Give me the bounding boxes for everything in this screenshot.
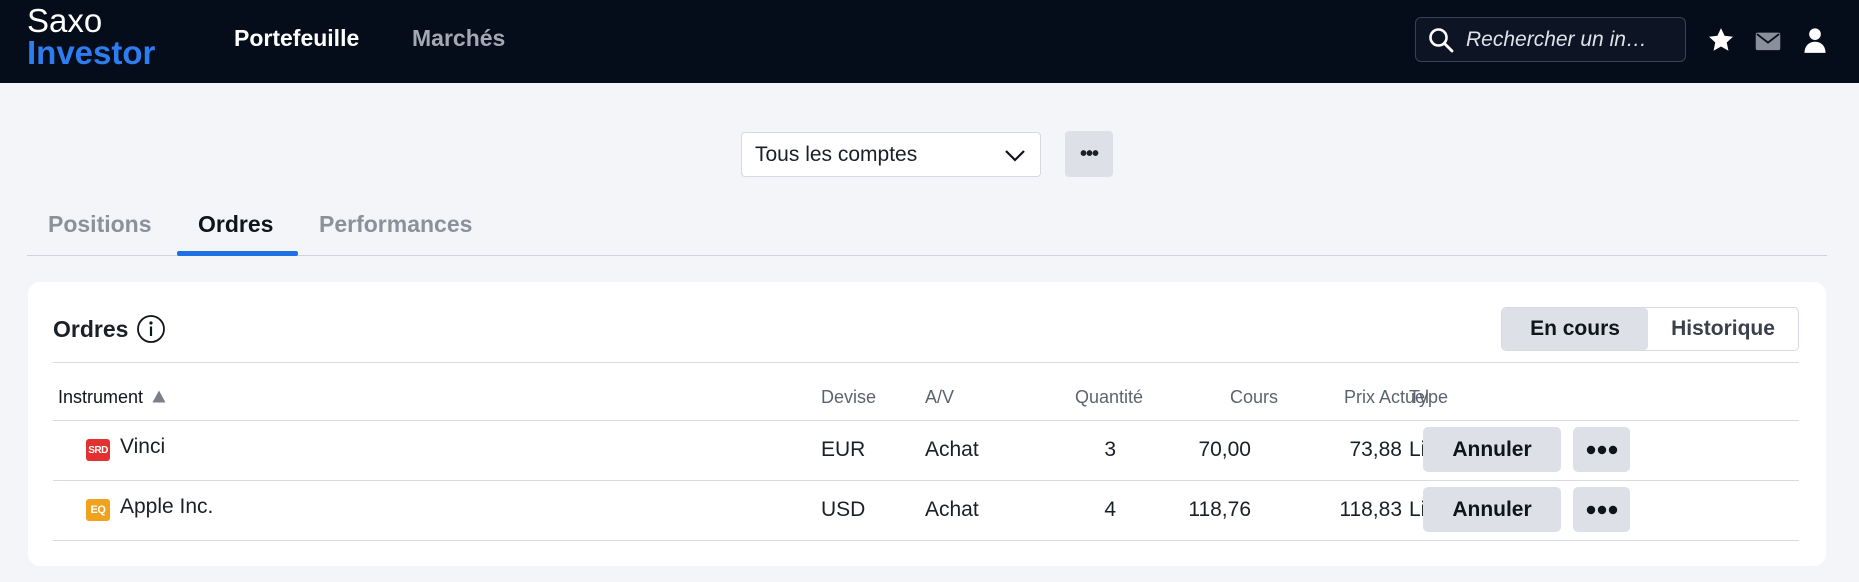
column-header-cours[interactable]: Cours xyxy=(1230,387,1278,408)
more-dots-icon: ••• xyxy=(1079,142,1099,165)
row-more-button[interactable] xyxy=(1573,427,1630,472)
cell-devise: EUR xyxy=(821,438,866,461)
cell-prix-actuel: 73,88 xyxy=(1349,438,1402,461)
cell-cours: 70,00 xyxy=(1198,438,1251,461)
account-select-value: Tous les comptes xyxy=(755,142,918,166)
orders-title: Ordres xyxy=(53,316,129,342)
cancel-order-button[interactable]: Annuler xyxy=(1423,427,1561,472)
account-select[interactable]: Tous les comptes xyxy=(741,132,1041,177)
star-icon[interactable] xyxy=(1707,26,1735,54)
orders-status-toggle: En cours Historique xyxy=(1501,307,1799,351)
column-header-av[interactable]: A/V xyxy=(925,387,954,408)
cancel-order-button[interactable]: Annuler xyxy=(1423,487,1561,532)
table-row[interactable]: EQ Apple Inc. USD Achat 4 118,76 118,83 … xyxy=(53,481,1799,541)
cell-cours: 118,76 xyxy=(1188,498,1251,521)
search-input[interactable] xyxy=(1466,27,1681,52)
account-more-button[interactable]: ••• xyxy=(1065,131,1113,177)
instrument-type-badge: SRD xyxy=(86,439,110,461)
mail-icon[interactable] xyxy=(1754,28,1782,56)
instrument-name[interactable]: Apple Inc. xyxy=(120,495,213,519)
cell-quantite: 3 xyxy=(1104,438,1116,461)
column-header-type[interactable]: Type xyxy=(1409,387,1448,408)
toggle-historique[interactable]: Historique xyxy=(1648,308,1798,350)
nav-marches[interactable]: Marchés xyxy=(412,25,505,52)
row-more-button[interactable] xyxy=(1573,487,1630,532)
logo-line1: Saxo xyxy=(27,2,103,39)
divider xyxy=(53,540,1799,541)
search-icon xyxy=(1429,27,1454,52)
chevron-down-icon xyxy=(1005,150,1025,162)
more-dots-icon xyxy=(1586,505,1617,514)
cell-av: Achat xyxy=(925,498,979,521)
info-icon[interactable] xyxy=(136,314,166,344)
search-box[interactable] xyxy=(1415,17,1686,62)
tab-ordres[interactable]: Ordres xyxy=(198,211,273,238)
active-tab-indicator xyxy=(177,251,298,256)
user-icon[interactable] xyxy=(1801,26,1829,54)
column-header-quantite[interactable]: Quantité xyxy=(1075,387,1143,408)
more-dots-icon xyxy=(1586,445,1617,454)
tab-positions[interactable]: Positions xyxy=(48,211,152,238)
portfolio-tabs: Positions Ordres Performances xyxy=(27,208,1827,256)
toggle-en-cours[interactable]: En cours xyxy=(1502,308,1648,350)
logo[interactable]: Saxo Investor xyxy=(27,4,155,70)
logo-line2: Investor xyxy=(27,34,156,71)
cell-prix-actuel: 118,83 xyxy=(1339,498,1402,521)
sort-ascending-icon[interactable] xyxy=(152,390,166,403)
top-bar: Saxo Investor Portefeuille Marchés xyxy=(0,0,1859,83)
table-row[interactable]: SRD Vinci EUR Achat 3 70,00 73,88 Limite… xyxy=(53,421,1799,481)
tab-performances[interactable]: Performances xyxy=(319,211,472,238)
nav-portefeuille[interactable]: Portefeuille xyxy=(234,25,359,52)
cell-devise: USD xyxy=(821,498,866,521)
instrument-type-badge: EQ xyxy=(86,499,110,521)
cell-quantite: 4 xyxy=(1104,498,1116,521)
column-header-devise[interactable]: Devise xyxy=(821,387,876,408)
cell-av: Achat xyxy=(925,438,979,461)
orders-card: Ordres En cours Historique Instrument De… xyxy=(28,282,1826,566)
column-header-instrument[interactable]: Instrument xyxy=(58,387,143,408)
instrument-name[interactable]: Vinci xyxy=(120,435,165,459)
divider xyxy=(53,362,1799,363)
